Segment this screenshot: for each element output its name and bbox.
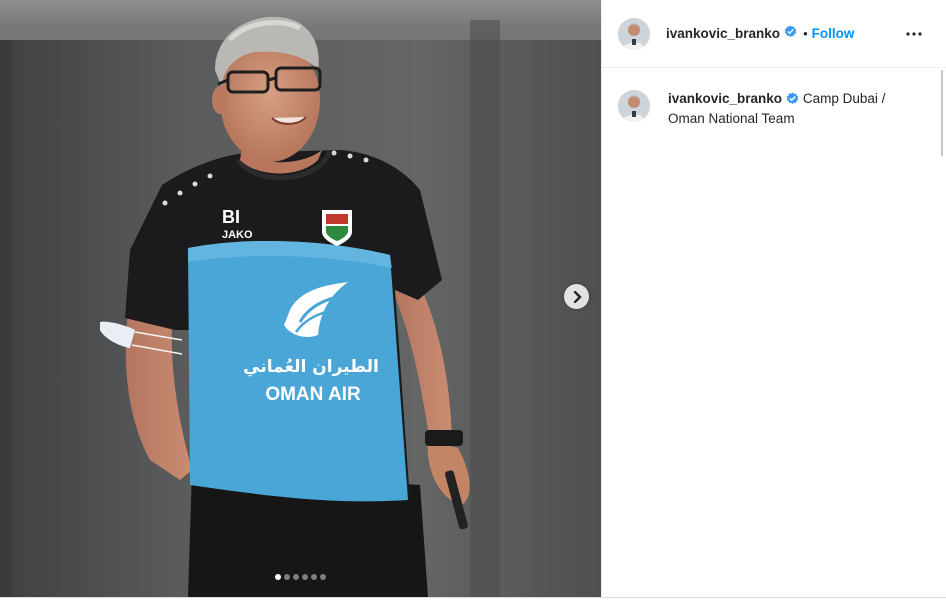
post-side-panel: ivankovic_branko • Follow ivankovic_bran… <box>601 0 946 597</box>
avatar-photo <box>618 90 650 122</box>
verified-badge-icon <box>786 92 799 110</box>
sponsor-arabic: الطيران العُماني <box>243 357 379 377</box>
follow-button[interactable]: Follow <box>812 26 855 41</box>
more-options-icon <box>906 32 922 36</box>
more-options-button[interactable] <box>904 24 924 44</box>
page-bottom-edge <box>0 597 946 603</box>
carousel-dot <box>320 574 326 580</box>
chevron-right-icon <box>573 290 582 303</box>
caption-row: ivankovic_branko Camp Dubai / Oman Natio… <box>602 68 946 128</box>
caption-text: ivankovic_branko Camp Dubai / Oman Natio… <box>668 90 908 128</box>
verified-badge-icon <box>784 24 797 43</box>
carousel-dot <box>293 574 299 580</box>
caption-avatar[interactable] <box>618 90 650 122</box>
post-media[interactable]: BI JAKO الطيران العُماني OMAN AIR <box>0 0 601 597</box>
carousel-dot-active <box>275 574 281 580</box>
comments-scrollbar[interactable] <box>941 70 943 156</box>
carousel-dot <box>302 574 308 580</box>
avatar[interactable] <box>618 17 650 50</box>
instagram-post-view: BI JAKO الطيران العُماني OMAN AIR ivanko… <box>0 0 946 603</box>
header-username[interactable]: ivankovic_branko <box>666 26 780 41</box>
carousel-indicator <box>0 574 601 580</box>
post-photo: BI JAKO الطيران العُماني OMAN AIR <box>0 0 601 597</box>
carousel-next-button[interactable] <box>564 284 589 309</box>
header-separator: • <box>803 26 808 41</box>
shirt-initials: BI <box>222 207 240 227</box>
shirt-kit-brand: JAKO <box>222 229 253 241</box>
sponsor-latin: OMAN AIR <box>265 384 361 405</box>
carousel-dot <box>311 574 317 580</box>
avatar-photo <box>618 17 650 50</box>
carousel-dot <box>284 574 290 580</box>
post-header: ivankovic_branko • Follow <box>602 0 946 68</box>
caption-username[interactable]: ivankovic_branko <box>668 91 782 106</box>
